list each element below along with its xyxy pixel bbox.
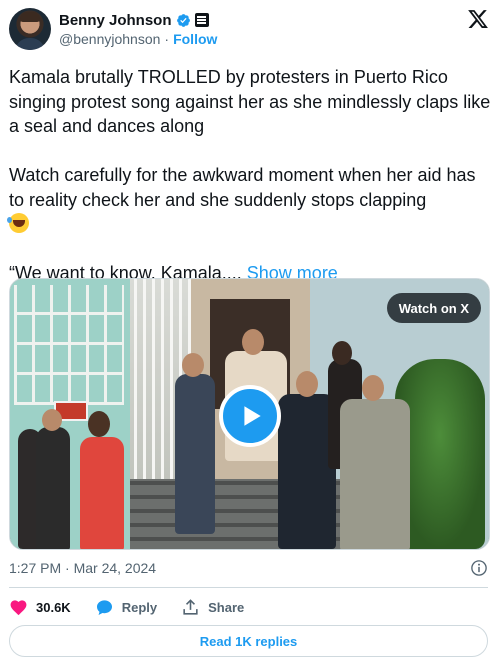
handle-separator: ·	[164, 31, 170, 47]
video-person-head	[182, 353, 204, 377]
avatar-shirt	[15, 38, 45, 50]
follow-button[interactable]: Follow	[173, 31, 217, 47]
info-icon[interactable]	[470, 559, 488, 577]
rolling-laughing-emoji-icon	[7, 213, 29, 233]
heart-icon	[10, 599, 27, 615]
video-person	[340, 399, 410, 549]
video-player[interactable]: Watch on X	[9, 278, 490, 550]
video-person-head	[296, 371, 318, 397]
avatar-hair	[20, 12, 40, 22]
tweet-embed-card: Benny Johnson @bennyjohnson · Follow Kam…	[0, 0, 497, 661]
verified-badge-icon	[176, 13, 190, 27]
affiliate-badge-icon	[194, 13, 209, 27]
video-person	[80, 437, 124, 549]
author-handle-row: @bennyjohnson · Follow	[59, 31, 217, 47]
author-handle[interactable]: @bennyjohnson	[59, 31, 160, 47]
video-person-head	[242, 329, 264, 355]
reply-bubble-icon	[96, 599, 112, 615]
tweet-actions: 30.6K Reply Share	[9, 597, 268, 617]
video-person-head	[88, 411, 110, 437]
share-label: Share	[208, 599, 245, 615]
tweet-paragraph-2-text: Watch carefully for the awkward moment w…	[9, 165, 476, 210]
tweet-paragraph-2: Watch carefully for the awkward moment w…	[7, 163, 494, 237]
like-count: 30.6K	[36, 599, 71, 615]
video-person	[175, 374, 215, 534]
share-upload-icon	[183, 598, 198, 615]
video-person-head	[332, 341, 352, 365]
play-icon	[244, 406, 261, 426]
video-person	[36, 427, 70, 549]
tweet-timestamp[interactable]: 1:27 PM · Mar 24, 2024	[9, 560, 156, 576]
author-name-row: Benny Johnson	[59, 10, 209, 30]
like-button[interactable]: 30.6K	[9, 598, 71, 617]
video-person-head	[362, 375, 384, 401]
tweet-text: Kamala brutally TROLLED by protesters in…	[7, 65, 494, 286]
read-replies-button[interactable]: Read 1K replies	[9, 625, 488, 657]
reply-label: Reply	[121, 599, 158, 615]
play-button[interactable]	[219, 385, 281, 447]
x-logo-icon[interactable]	[467, 8, 489, 30]
share-button[interactable]: Share	[181, 598, 244, 617]
author-display-name[interactable]: Benny Johnson	[59, 12, 172, 29]
tweet-paragraph-1: Kamala brutally TROLLED by protesters in…	[9, 67, 491, 136]
author-avatar[interactable]	[9, 8, 51, 50]
watch-on-x-button[interactable]: Watch on X	[386, 293, 481, 323]
divider	[9, 587, 488, 588]
reply-button[interactable]: Reply	[95, 598, 157, 617]
video-person-head	[42, 409, 62, 431]
